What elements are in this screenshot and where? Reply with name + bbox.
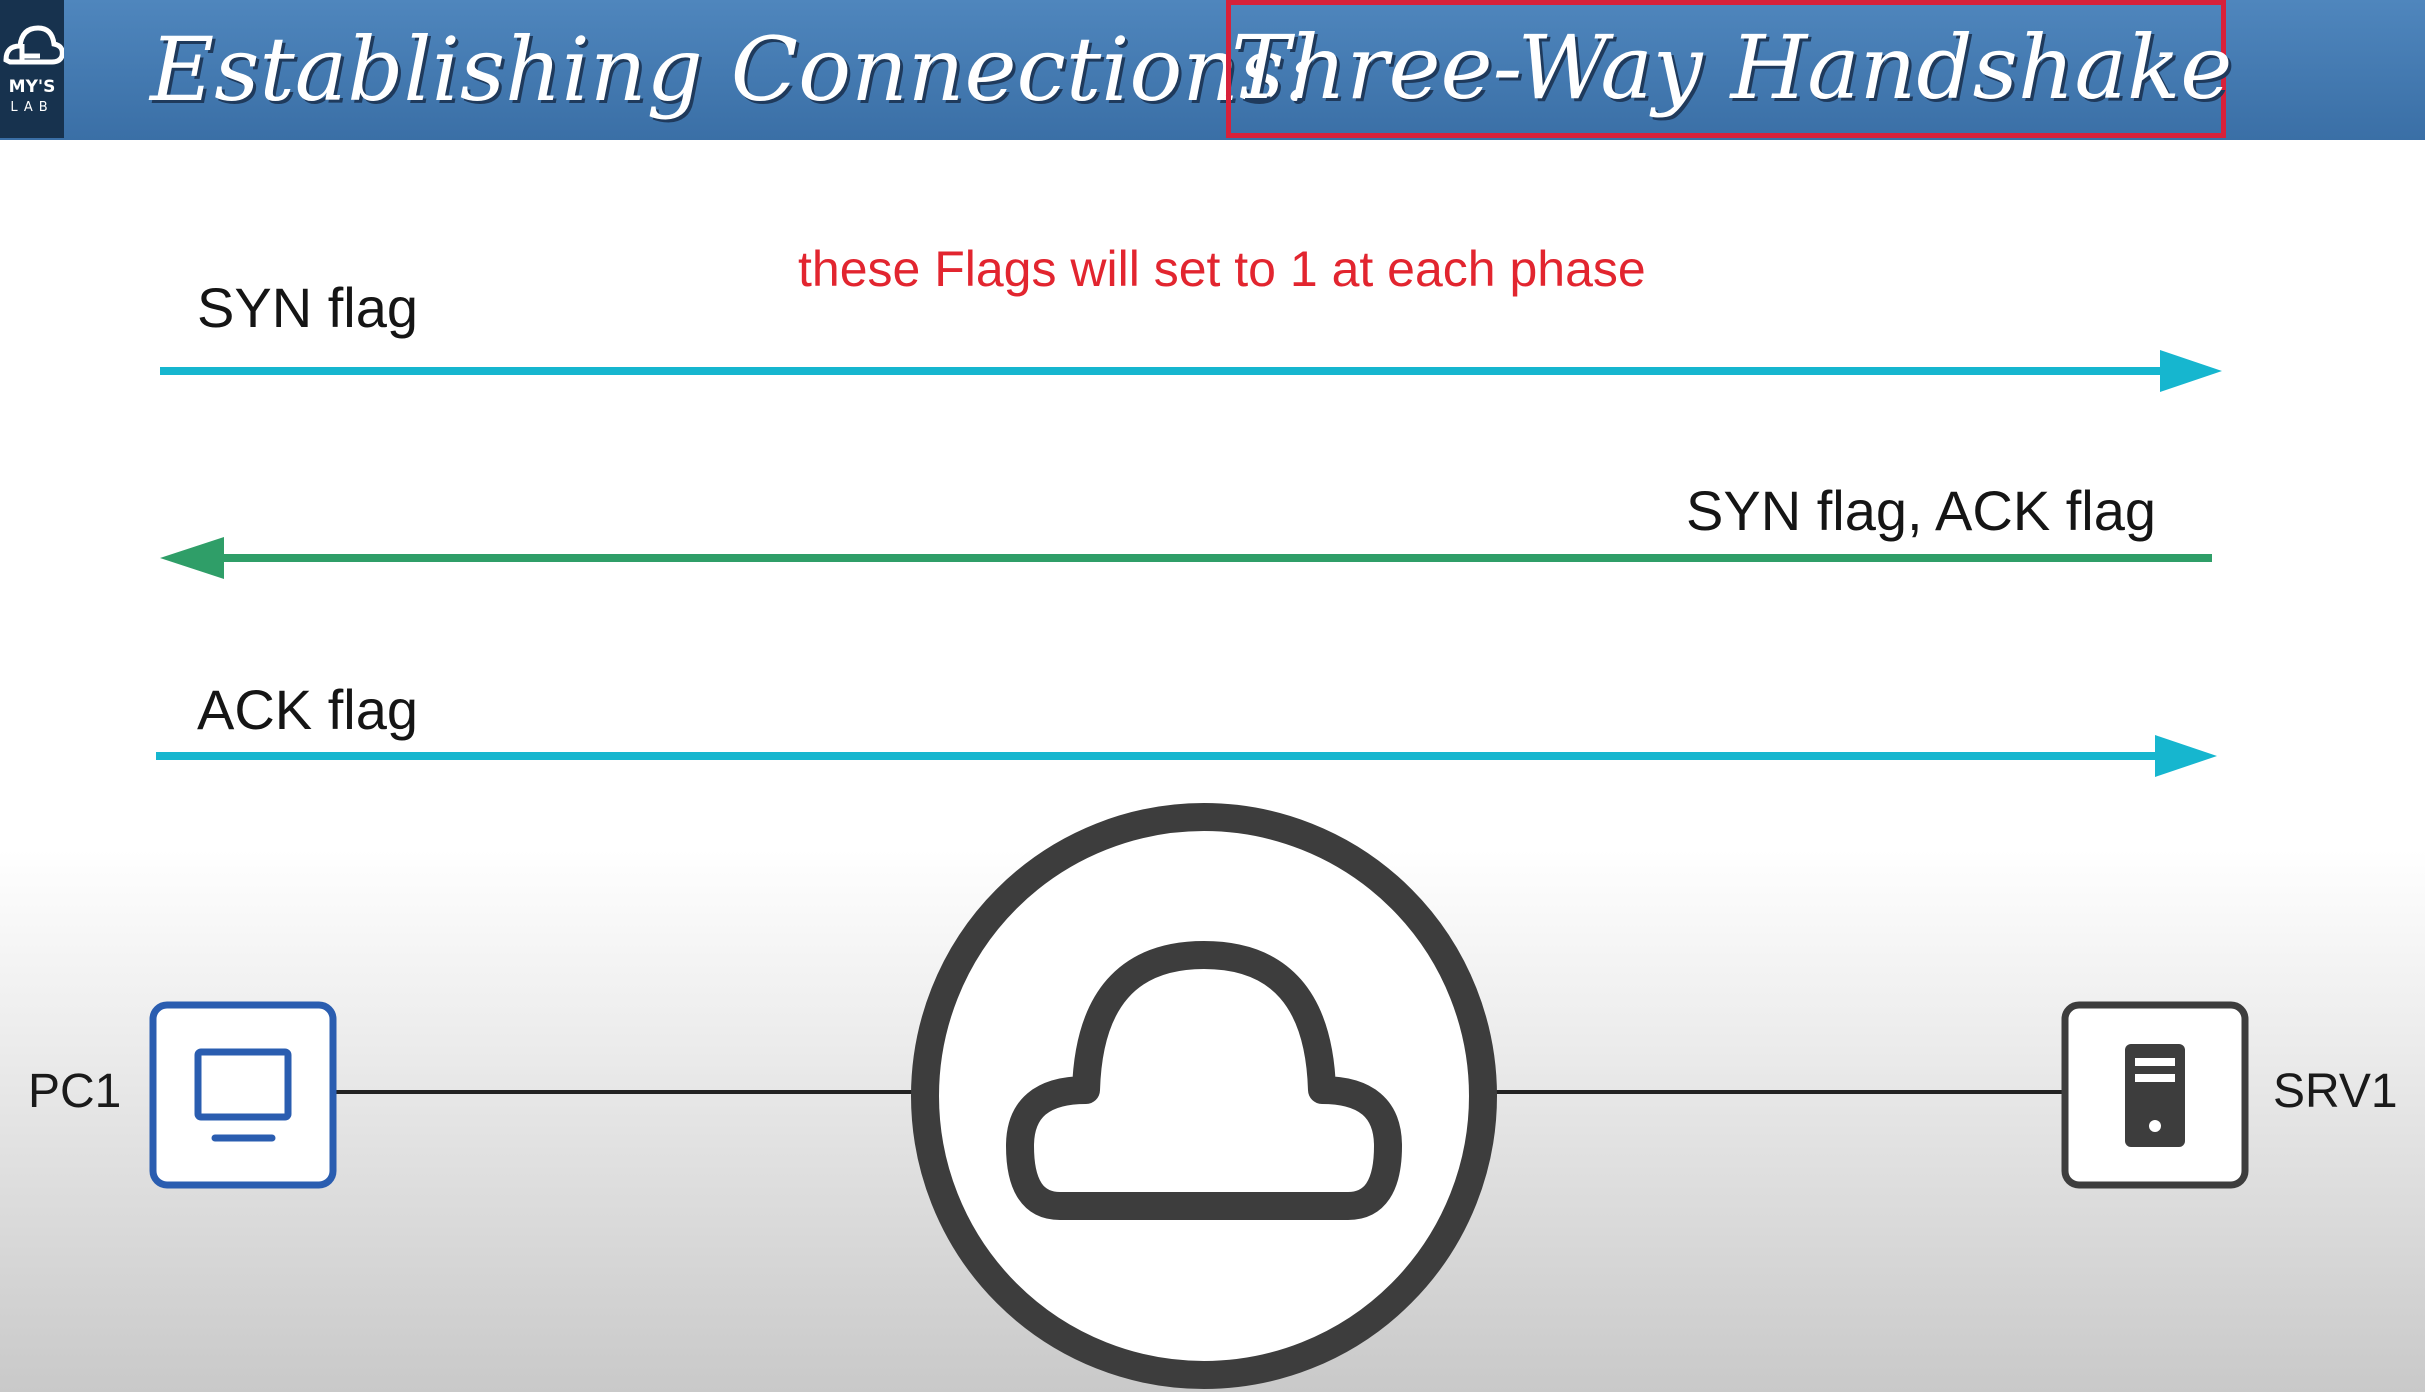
pc1-label: PC1 [28,1065,122,1118]
handshake-diagram [149,350,2249,1389]
desktop-computer-icon [149,1001,337,1189]
syn-ack-arrow [160,537,2212,579]
srv1-label: SRV1 [2273,1065,2398,1118]
server-icon [2061,1001,2249,1189]
ack-arrow [156,735,2217,777]
cloud-icon [911,803,1497,1389]
syn-arrow [160,350,2222,392]
